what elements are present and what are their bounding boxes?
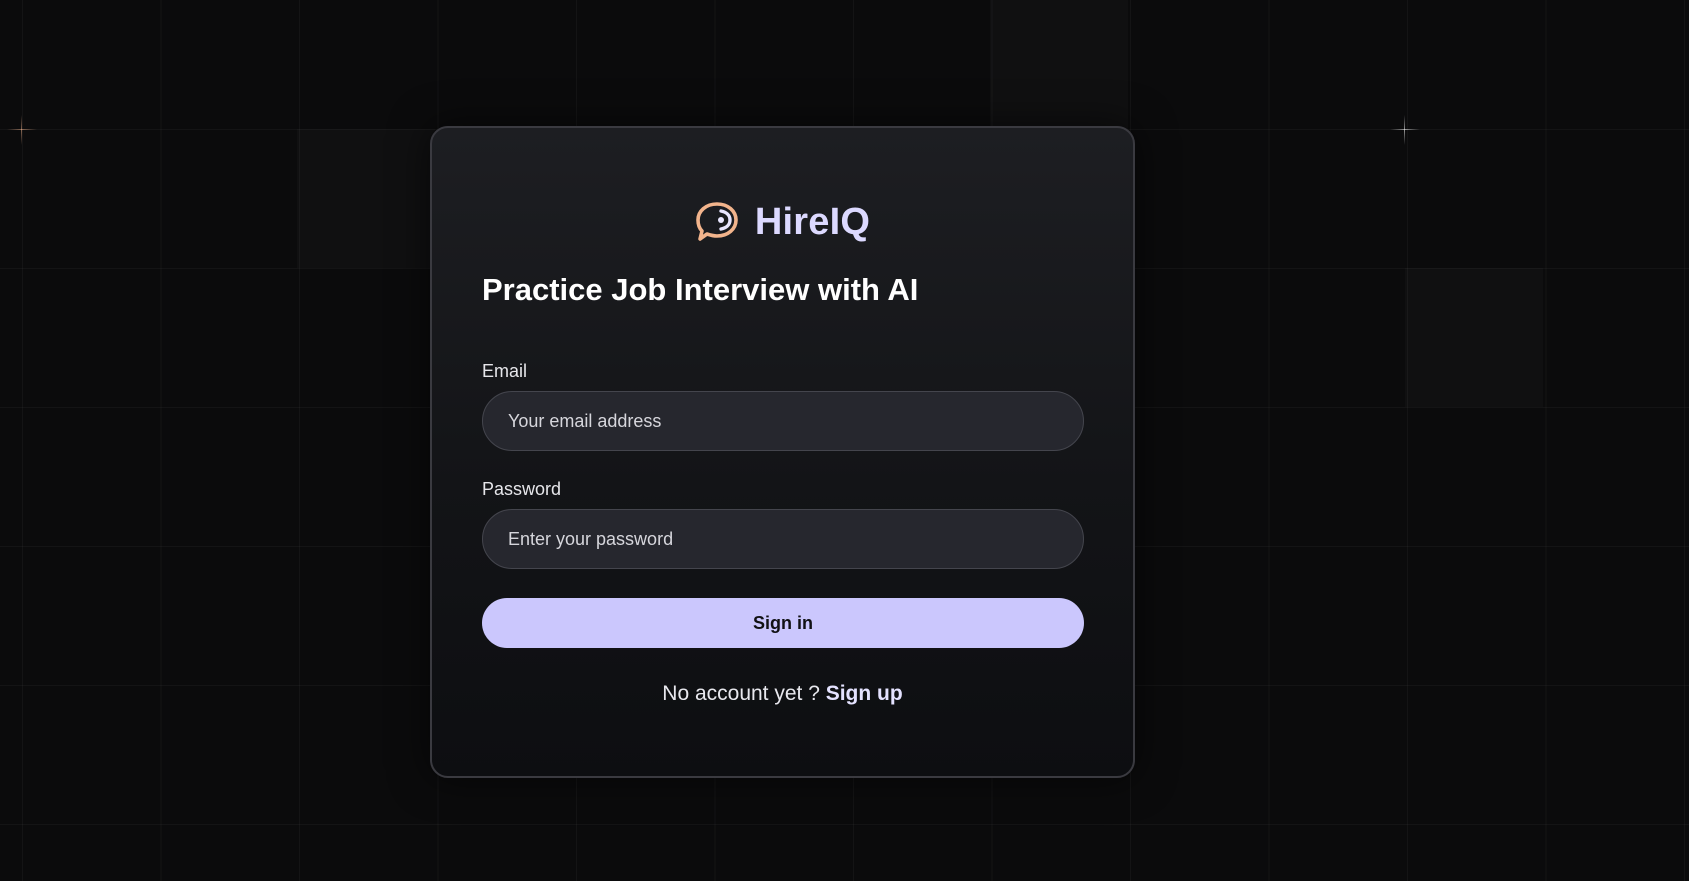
email-field[interactable] xyxy=(482,391,1084,451)
speech-bubble-icon xyxy=(696,202,738,241)
sign-in-button[interactable]: Sign in xyxy=(482,598,1084,648)
email-label: Email xyxy=(482,361,528,381)
login-card: HireIQ Practice Job Interview with AI Em… xyxy=(430,126,1135,778)
password-label: Password xyxy=(482,479,562,499)
grid-tile xyxy=(1405,268,1543,407)
brand-name: HireIQ xyxy=(754,200,871,243)
sign-up-link[interactable]: Sign up xyxy=(826,682,903,705)
sparkle-icon xyxy=(1390,115,1420,145)
password-field[interactable] xyxy=(482,509,1084,569)
signup-prompt-text: No account yet ? xyxy=(662,682,820,705)
grid-tile xyxy=(297,129,435,268)
sparkle-icon xyxy=(7,115,37,145)
grid-tile xyxy=(990,0,1128,129)
page-background: HireIQ Practice Job Interview with AI Em… xyxy=(0,0,1689,881)
page-title: Practice Job Interview with AI xyxy=(482,272,919,307)
signup-prompt: No account yet ? Sign up xyxy=(432,682,1133,706)
brand-header: HireIQ xyxy=(432,200,1133,244)
